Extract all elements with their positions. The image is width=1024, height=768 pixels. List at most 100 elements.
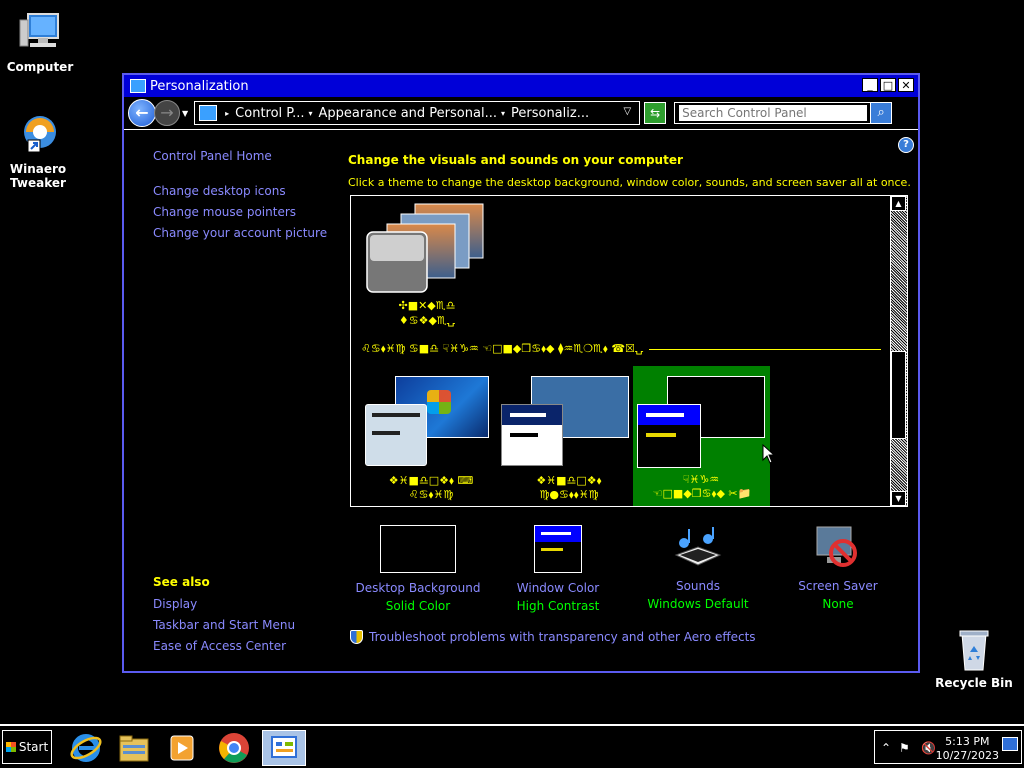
shield-icon	[350, 630, 363, 644]
theme-windows-7-basic-name-line1: ❖♓■♎□❖⬧ ⌨	[388, 474, 474, 487]
start-label: Start	[18, 740, 49, 754]
theme-stack-preview	[366, 203, 484, 293]
address-dropdown-icon[interactable]: ▽	[623, 106, 631, 117]
screen-saver-icon	[813, 525, 863, 571]
sounds-icon	[670, 525, 726, 571]
forward-button[interactable]: →	[154, 100, 180, 126]
taskbar-media-player[interactable]	[160, 730, 204, 766]
theme-preview-window	[637, 404, 701, 468]
breadcrumb-separator-icon[interactable]: ▾	[309, 109, 313, 118]
minimize-button[interactable]: _	[862, 78, 878, 92]
taskbar: Start ⌃ ⚑ 🔇 5:13 PM 10/27/2023	[0, 724, 1024, 768]
desktop-icon-recycle-bin[interactable]: Recycle Bin	[934, 626, 1014, 690]
theme-windows-classic[interactable]	[501, 376, 629, 468]
window-color-setting[interactable]: Window Color High Contrast	[488, 525, 628, 613]
theme-preview-window	[501, 404, 563, 466]
file-explorer-icon	[119, 735, 149, 762]
display-link[interactable]: Display	[153, 597, 197, 611]
close-button[interactable]: ✕	[898, 78, 914, 92]
theme-unsaved[interactable]	[365, 202, 485, 298]
taskbar-file-explorer[interactable]	[112, 730, 156, 766]
screen-saver-label: Screen Saver	[798, 579, 878, 593]
scroll-thumb[interactable]	[891, 351, 906, 439]
see-also-title: See also	[153, 575, 210, 589]
desktop-icon-label: Computer	[6, 60, 74, 74]
theme-unsaved-name-line1: ✣■✕◆♏♎	[398, 299, 456, 312]
windows-flag-icon	[5, 742, 16, 752]
page-subtitle: Click a theme to change the desktop back…	[348, 176, 911, 189]
window-title: Personalization	[150, 78, 249, 94]
taskbar-internet-explorer[interactable]	[64, 730, 108, 766]
refresh-button[interactable]: ⇆	[644, 102, 667, 124]
control-panel-icon	[199, 105, 218, 121]
help-icon[interactable]: ?	[898, 137, 914, 153]
window-titlebar[interactable]: Personalization _ □ ✕	[124, 75, 918, 97]
scroll-up-button[interactable]: ▲	[891, 196, 906, 211]
sounds-setting[interactable]: Sounds Windows Default	[628, 525, 768, 611]
breadcrumb-appearance[interactable]: Appearance and Personal...	[319, 106, 497, 121]
sounds-label: Sounds	[675, 579, 721, 593]
control-panel-icon	[271, 736, 297, 758]
recent-pages-dropdown-icon[interactable]: ▼	[182, 109, 188, 118]
theme-list: ✣■✕◆♏♎ ♦♋❖◆♏⍽ ♌♋⬧♓♍ ♋■♎ ☟♓♑♒ ☜□■◆❒♋⬧◆ ⧫♒…	[350, 195, 908, 507]
theme-windows-classic-name-line1: ❖♓■♎□❖⬧	[536, 474, 602, 487]
notification-area: ⌃ ⚑ 🔇 5:13 PM 10/27/2023	[874, 730, 1022, 764]
system-clock[interactable]: 5:13 PM 10/27/2023	[936, 735, 999, 763]
change-mouse-pointers-link[interactable]: Change mouse pointers	[153, 205, 296, 219]
change-account-picture-link[interactable]: Change your account picture	[153, 226, 327, 240]
desktop-background-label: Desktop Background	[355, 581, 481, 595]
navigation-bar: ← → ▼ ▸ Control P... ▾ Appearance and Pe…	[124, 97, 918, 130]
back-button[interactable]: ←	[128, 99, 156, 127]
search-button[interactable]: ⌕	[870, 102, 893, 124]
ease-of-access-link[interactable]: Ease of Access Center	[153, 639, 286, 653]
desktop-background-preview	[380, 525, 456, 573]
recycle-bin-icon	[950, 626, 998, 674]
desktop-icon-label: Recycle Bin	[935, 676, 1013, 690]
breadcrumb-separator-icon[interactable]: ▾	[501, 109, 505, 118]
theme-high-contrast-selected[interactable]: ☟♓♑♒ ☜□■◆❒♋⬧◆ ✂📁	[633, 366, 770, 506]
address-bar[interactable]: ▸ Control P... ▾ Appearance and Personal…	[194, 101, 641, 125]
left-pane: Control Panel Home Change desktop icons …	[124, 131, 334, 671]
search-input[interactable]	[679, 105, 868, 121]
windows-logo-icon	[427, 390, 451, 414]
taskbar-control-panel[interactable]	[262, 730, 306, 766]
computer-icon	[16, 10, 64, 58]
desktop-icon-winaero-tweaker[interactable]: Winaero Tweaker	[0, 112, 76, 190]
troubleshoot-aero-link[interactable]: Troubleshoot problems with transparency …	[350, 630, 756, 644]
maximize-button[interactable]: □	[880, 78, 896, 92]
basic-high-contrast-themes-header: ♌♋⬧♓♍ ♋■♎ ☟♓♑♒ ☜□■◆❒♋⬧◆ ⧫♒♏❍♏⬧ ☎☒⍽	[361, 342, 881, 356]
breadcrumb-control-panel[interactable]: Control P...	[235, 106, 304, 121]
troubleshoot-aero-text: Troubleshoot problems with transparency …	[369, 630, 756, 644]
taskbar-start-menu-link[interactable]: Taskbar and Start Menu	[153, 618, 295, 632]
theme-windows-classic-name-line2: ♍●♋⬧⬧♓♍	[539, 488, 599, 501]
group-header-text: ♌♋⬧♓♍ ♋■♎ ☟♓♑♒ ☜□■◆❒♋⬧◆ ⧫♒♏❍♏⬧ ☎☒⍽	[361, 342, 644, 355]
sounds-value: Windows Default	[647, 597, 749, 611]
breadcrumb-personalization[interactable]: Personaliz...	[511, 106, 589, 121]
internet-explorer-icon	[70, 734, 102, 762]
start-button[interactable]: Start	[2, 730, 52, 764]
theme-preview-window	[365, 404, 427, 466]
show-hidden-icons-chevron-icon[interactable]: ⌃	[881, 741, 891, 755]
change-desktop-icons-link[interactable]: Change desktop icons	[153, 184, 286, 198]
action-center-flag-icon[interactable]: ⚑	[899, 741, 910, 755]
breadcrumb-separator-icon[interactable]: ▸	[225, 109, 229, 118]
volume-muted-icon[interactable]: 🔇	[921, 741, 936, 755]
theme-list-scrollbar[interactable]: ▲ ▼	[890, 196, 907, 506]
theme-high-contrast-name-line2: ☜□■◆❒♋⬧◆ ✂📁	[652, 487, 752, 500]
desktop-icon-computer[interactable]: Computer	[0, 10, 80, 74]
theme-windows-7-basic[interactable]	[365, 376, 489, 468]
scroll-down-button[interactable]: ▼	[891, 491, 906, 506]
desktop-background-setting[interactable]: Desktop Background Solid Color	[348, 525, 488, 613]
desktop-background-value: Solid Color	[385, 599, 451, 613]
screen-saver-value: None	[822, 597, 854, 611]
search-box: ⌕	[674, 102, 893, 124]
page-title: Change the visuals and sounds on your co…	[348, 153, 683, 167]
personalization-window-icon	[130, 79, 146, 93]
taskbar-chrome[interactable]	[212, 730, 256, 766]
show-desktop-icon[interactable]	[1002, 737, 1018, 751]
breadcrumb: ▸ Control P... ▾ Appearance and Personal…	[221, 106, 589, 121]
control-panel-home-link[interactable]: Control Panel Home	[153, 149, 272, 163]
group-header-divider	[649, 348, 881, 350]
screen-saver-setting[interactable]: Screen Saver None	[768, 525, 908, 611]
chrome-icon	[219, 733, 249, 763]
